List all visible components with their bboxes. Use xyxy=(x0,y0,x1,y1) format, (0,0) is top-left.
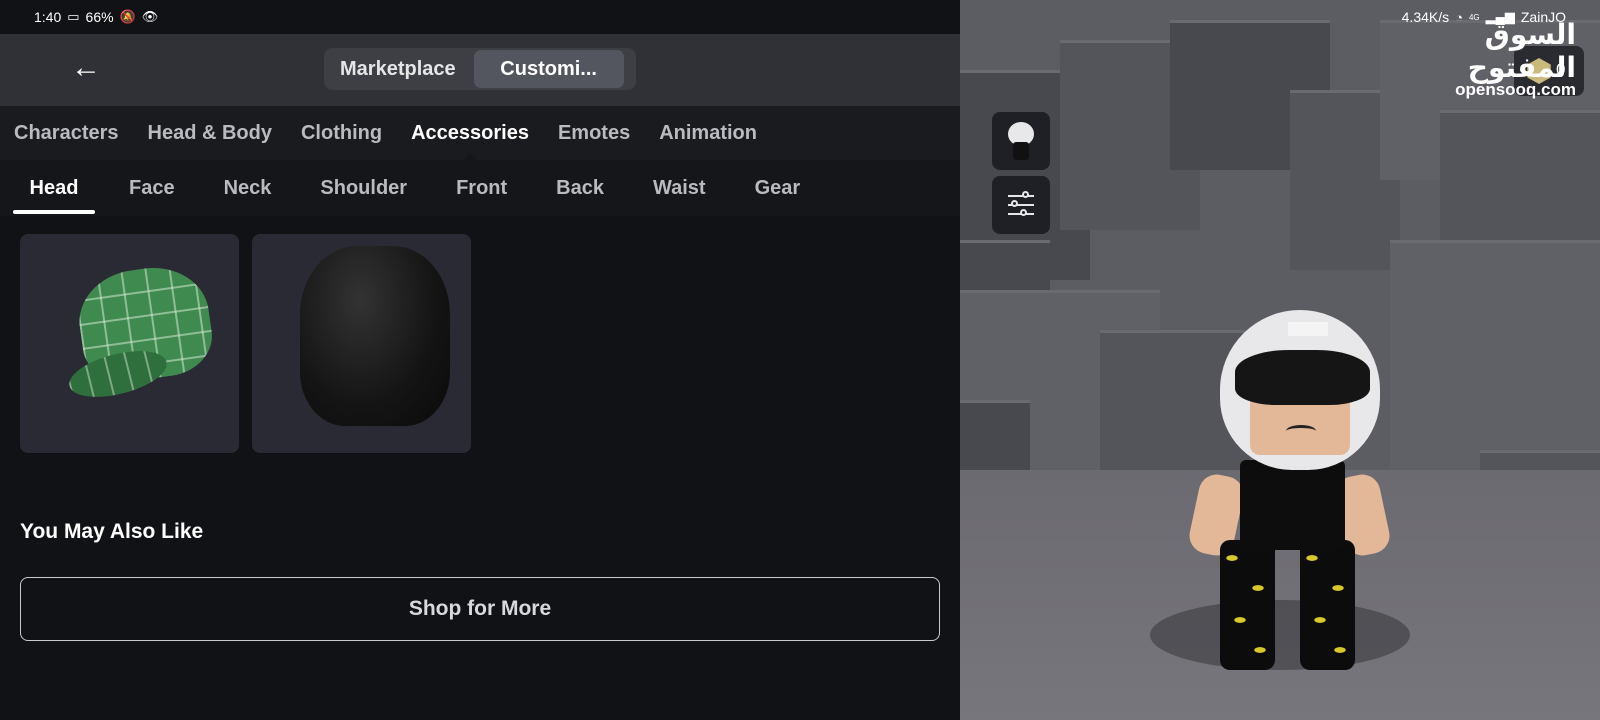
category-clothing[interactable]: Clothing xyxy=(301,122,382,145)
tab-customize[interactable]: Customi... xyxy=(473,50,624,88)
sliders-icon xyxy=(1008,191,1034,218)
screen-cast-icon: ▭ xyxy=(67,9,80,24)
subcategory-bar: Head Face Neck Shoulder Front Back Waist… xyxy=(0,160,960,216)
subcategory-gear[interactable]: Gear xyxy=(755,160,801,216)
subcategory-shoulder[interactable]: Shoulder xyxy=(320,160,407,216)
avatar-mouth xyxy=(1286,425,1316,437)
mini-avatar-body xyxy=(1013,142,1029,160)
subcategory-back[interactable]: Back xyxy=(556,160,604,216)
mute-bell-icon: 🔕 xyxy=(119,9,136,24)
scene-block xyxy=(960,400,1030,480)
status-bar: 1:40 ▭ 66% 🔕 👁 4.34K/s ◔ 4G ▂▄▆ ZainJO xyxy=(0,0,1600,34)
item-grid xyxy=(20,234,471,453)
category-emotes[interactable]: Emotes xyxy=(558,122,630,145)
category-accessories[interactable]: Accessories xyxy=(411,122,529,161)
shop-for-more-button[interactable]: Shop for More xyxy=(20,577,940,641)
avatar-thumbnail-icon xyxy=(1008,122,1034,162)
scene-block xyxy=(1390,240,1600,470)
settings-sliders-button[interactable] xyxy=(992,176,1050,234)
avatar-preview-scene[interactable] xyxy=(960,0,1600,720)
category-head-body[interactable]: Head & Body xyxy=(148,122,272,145)
category-animation[interactable]: Animation xyxy=(659,122,757,145)
category-bar: Characters Head & Body Clothing Accessor… xyxy=(0,106,960,161)
subcategory-head[interactable]: Head xyxy=(13,160,95,216)
back-arrow-icon[interactable]: ← xyxy=(66,50,106,86)
item-card[interactable] xyxy=(20,234,239,453)
tab-marketplace[interactable]: Marketplace xyxy=(326,50,470,88)
black-hood-icon xyxy=(300,246,450,426)
avatar-torso xyxy=(1240,460,1345,550)
avatar-hair xyxy=(1235,350,1370,405)
avatar-hood-tag xyxy=(1288,322,1328,336)
status-time: 1:40 xyxy=(34,9,62,25)
mode-switcher: Marketplace Customi... xyxy=(324,48,636,90)
status-bar-left: 1:40 ▭ 66% 🔕 👁 xyxy=(34,9,158,25)
avatar-model xyxy=(1180,300,1400,680)
section-title: You May Also Like xyxy=(20,520,204,543)
item-card[interactable] xyxy=(252,234,471,453)
opensooq-watermark: السوق المفتوح opensooq.com xyxy=(1426,18,1577,100)
subcategory-face[interactable]: Face xyxy=(129,160,175,216)
watermark-arabic: السوق المفتوح xyxy=(1467,18,1577,84)
top-bar: ← Marketplace Customi... xyxy=(0,34,960,106)
avatar-right-leg xyxy=(1300,540,1355,670)
avatar-left-leg xyxy=(1220,540,1275,670)
watermark-english: opensooq.com xyxy=(1455,80,1576,99)
battery-level: 66% xyxy=(85,9,114,25)
subcategory-neck[interactable]: Neck xyxy=(224,160,272,216)
eye-icon: 👁 xyxy=(141,9,159,24)
subcategory-waist[interactable]: Waist xyxy=(653,160,706,216)
subcategory-front[interactable]: Front xyxy=(456,160,507,216)
avatar-thumbnail-button[interactable] xyxy=(992,112,1050,170)
category-characters[interactable]: Characters xyxy=(14,122,119,145)
